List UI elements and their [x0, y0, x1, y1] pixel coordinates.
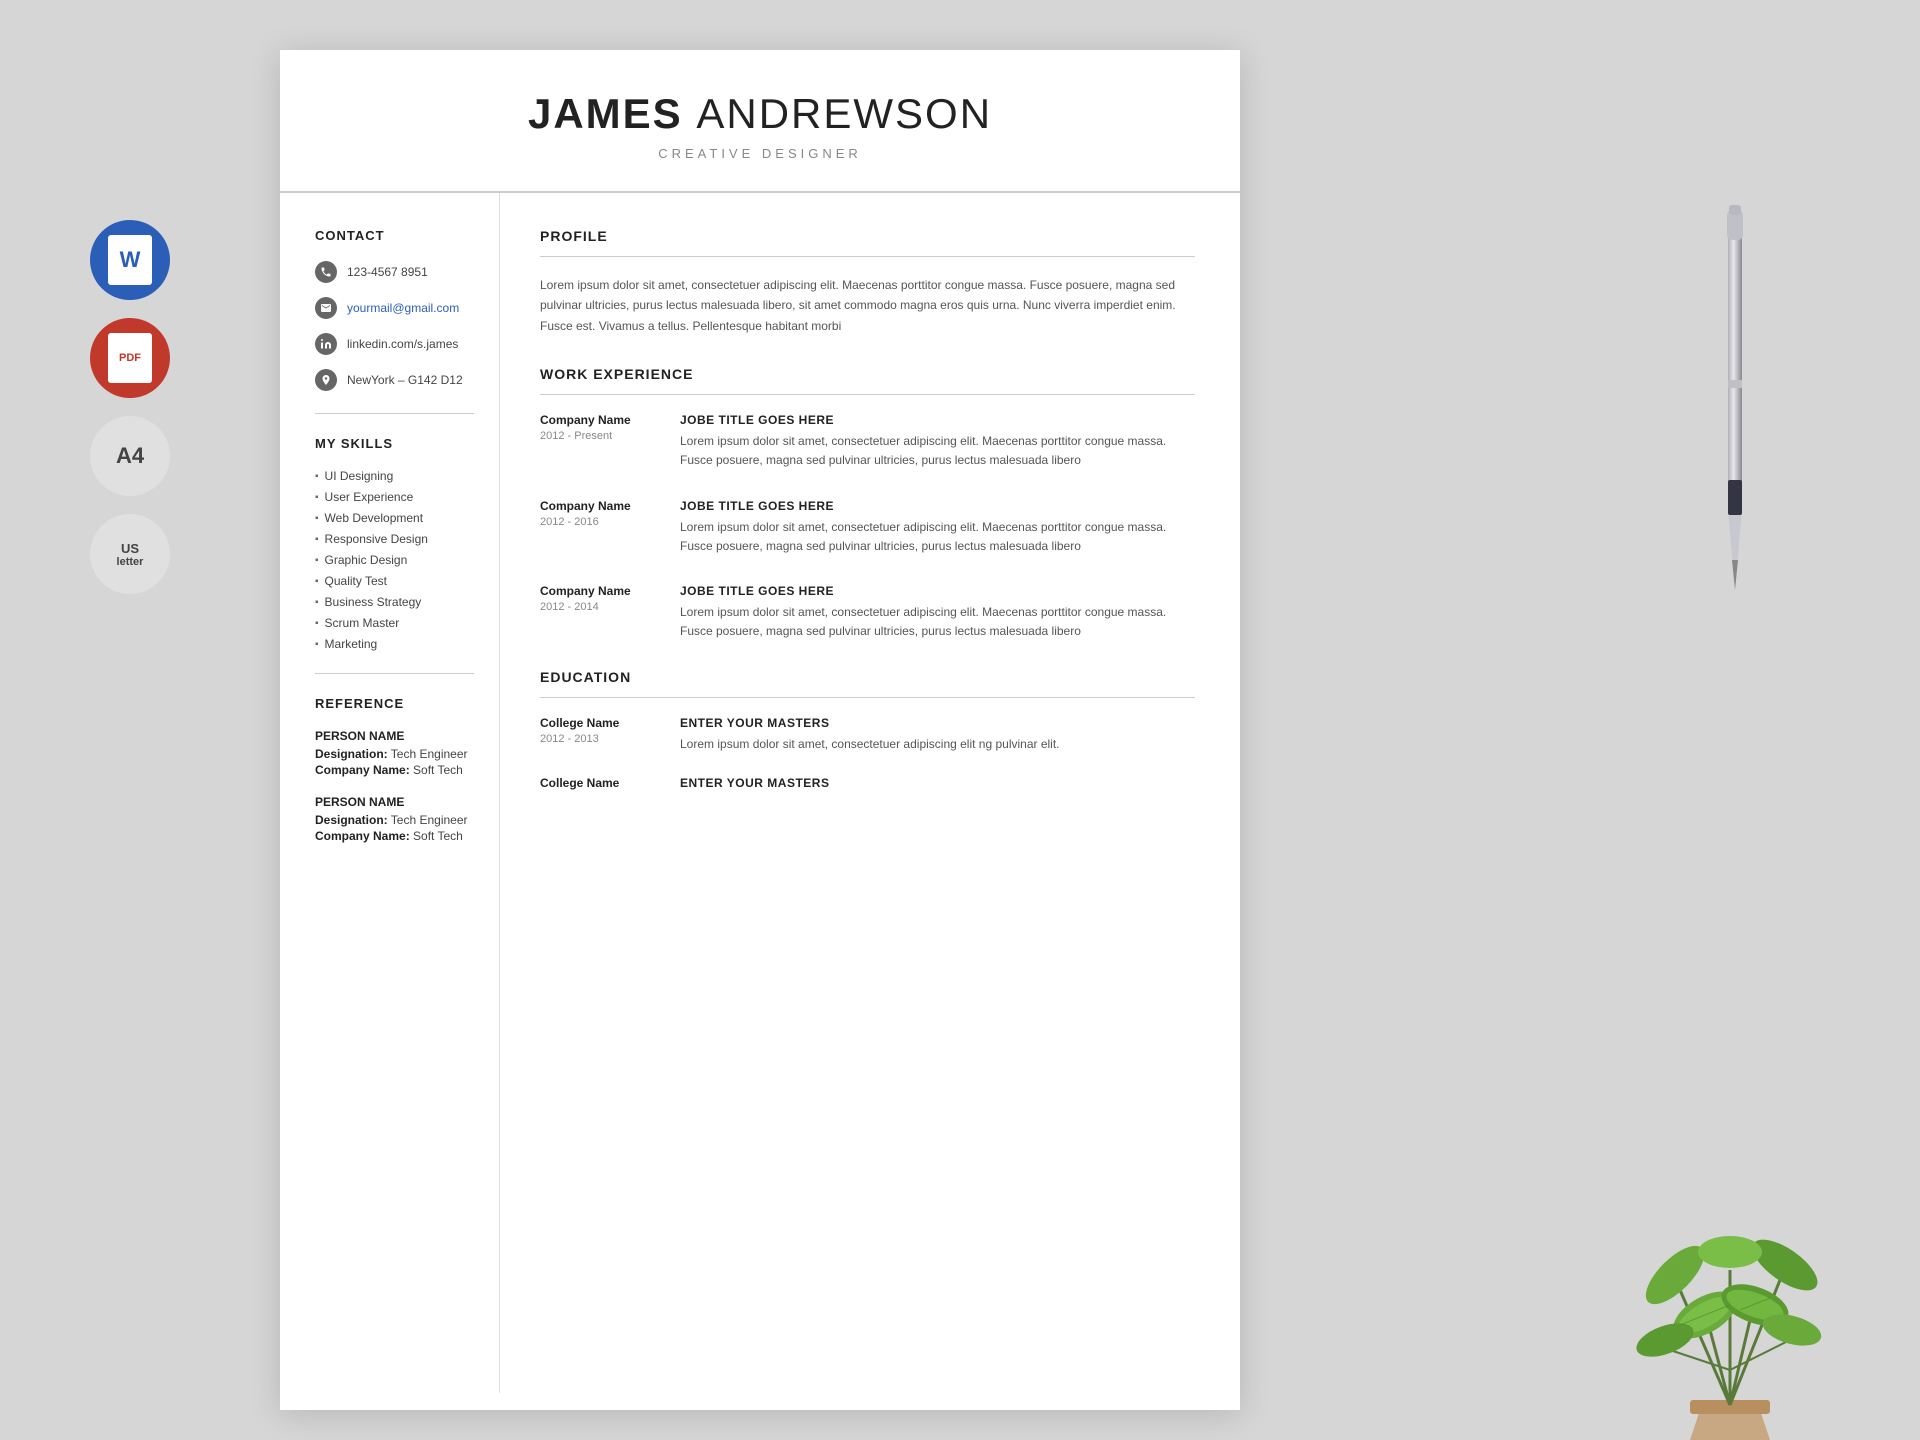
us-letter-icon[interactable]: US letter	[90, 514, 170, 594]
edu-dates-1: 2012 - 2013	[540, 733, 660, 745]
ref-company-1: Company Name: Soft Tech	[315, 763, 474, 777]
work-left-1: Company Name 2012 - Present	[540, 413, 660, 470]
ref-designation-1: Designation: Tech Engineer	[315, 747, 474, 761]
phone-icon	[315, 261, 337, 283]
work-dates-2: 2012 - 2016	[540, 516, 660, 528]
education-section-title: EDUCATION	[540, 669, 1195, 685]
work-right-3: JOBE TITLE GOES HERE Lorem ipsum dolor s…	[680, 584, 1195, 641]
work-title-3: JOBE TITLE GOES HERE	[680, 584, 1195, 598]
skill-item: User Experience	[315, 490, 474, 504]
ref-designation-2: Designation: Tech Engineer	[315, 813, 474, 827]
work-company-2: Company Name	[540, 499, 660, 513]
work-dates-1: 2012 - Present	[540, 430, 660, 442]
location-icon	[315, 369, 337, 391]
work-company-1: Company Name	[540, 413, 660, 427]
reference-person-2: PERSON NAME Designation: Tech Engineer C…	[315, 795, 474, 843]
side-icons: A4 US letter	[90, 220, 170, 594]
work-entry-1: Company Name 2012 - Present JOBE TITLE G…	[540, 413, 1195, 470]
edu-right-1: ENTER YOUR MASTERS Lorem ipsum dolor sit…	[680, 716, 1195, 754]
skills-list: UI Designing User Experience Web Develop…	[315, 469, 474, 651]
skill-item: UI Designing	[315, 469, 474, 483]
work-dates-3: 2012 - 2014	[540, 601, 660, 613]
edu-degree-1: ENTER YOUR MASTERS	[680, 716, 1195, 730]
pdf-icon-inner	[108, 333, 152, 383]
skill-item: Quality Test	[315, 574, 474, 588]
work-left-2: Company Name 2012 - 2016	[540, 499, 660, 556]
work-section-title: WORK EXPERIENCE	[540, 366, 1195, 382]
skills-divider	[315, 673, 474, 674]
profile-text: Lorem ipsum dolor sit amet, consectetuer…	[540, 275, 1195, 336]
edu-left-2: College Name	[540, 776, 660, 795]
edu-left-1: College Name 2012 - 2013	[540, 716, 660, 754]
plant-decoration	[1620, 1190, 1840, 1440]
work-company-3: Company Name	[540, 584, 660, 598]
pen-decoration	[1720, 180, 1750, 600]
work-desc-3: Lorem ipsum dolor sit amet, consectetuer…	[680, 603, 1195, 641]
edu-entry-2: College Name ENTER YOUR MASTERS	[540, 776, 1195, 795]
reference-person-1: PERSON NAME Designation: Tech Engineer C…	[315, 729, 474, 777]
email-link[interactable]: yourmail@gmail.com	[347, 301, 459, 315]
skill-item: Graphic Design	[315, 553, 474, 567]
word-icon-inner	[108, 235, 152, 285]
work-desc-1: Lorem ipsum dolor sit amet, consectetuer…	[680, 432, 1195, 470]
pdf-icon[interactable]	[90, 318, 170, 398]
edu-entry-1: College Name 2012 - 2013 ENTER YOUR MAST…	[540, 716, 1195, 754]
linkedin-item: linkedin.com/s.james	[315, 333, 474, 355]
work-title-1: JOBE TITLE GOES HERE	[680, 413, 1195, 427]
edu-desc-1: Lorem ipsum dolor sit amet, consectetuer…	[680, 735, 1195, 754]
email-item: yourmail@gmail.com	[315, 297, 474, 319]
work-left-3: Company Name 2012 - 2014	[540, 584, 660, 641]
phone-item: 123-4567 8951	[315, 261, 474, 283]
edu-right-2: ENTER YOUR MASTERS	[680, 776, 1195, 795]
reference-section-title: REFERENCE	[315, 696, 474, 711]
work-desc-2: Lorem ipsum dolor sit amet, consectetuer…	[680, 518, 1195, 556]
resume-page: JAMES ANDREWSON CREATIVE DESIGNER CONTAC…	[280, 50, 1240, 1410]
resume-body: CONTACT 123-4567 8951 yourmail@gmail.com	[280, 193, 1240, 1393]
a4-icon[interactable]: A4	[90, 416, 170, 496]
ref-company-2: Company Name: Soft Tech	[315, 829, 474, 843]
edu-school-2: College Name	[540, 776, 660, 790]
work-entry-3: Company Name 2012 - 2014 JOBE TITLE GOES…	[540, 584, 1195, 641]
skill-item: Scrum Master	[315, 616, 474, 630]
skills-section-title: MY SKILLS	[315, 436, 474, 451]
word-icon[interactable]	[90, 220, 170, 300]
skill-item: Web Development	[315, 511, 474, 525]
resume-title: CREATIVE DESIGNER	[340, 146, 1180, 161]
skill-item: Marketing	[315, 637, 474, 651]
work-title-2: JOBE TITLE GOES HERE	[680, 499, 1195, 513]
ref-name-2: PERSON NAME	[315, 795, 474, 809]
work-entry-2: Company Name 2012 - 2016 JOBE TITLE GOES…	[540, 499, 1195, 556]
education-divider	[540, 697, 1195, 698]
work-right-2: JOBE TITLE GOES HERE Lorem ipsum dolor s…	[680, 499, 1195, 556]
contact-divider	[315, 413, 474, 414]
work-divider	[540, 394, 1195, 395]
edu-degree-2: ENTER YOUR MASTERS	[680, 776, 1195, 790]
skill-item: Responsive Design	[315, 532, 474, 546]
profile-section-title: PROFILE	[540, 228, 1195, 244]
resume-name: JAMES ANDREWSON	[340, 90, 1180, 138]
edu-school-1: College Name	[540, 716, 660, 730]
contact-section-title: CONTACT	[315, 228, 474, 243]
profile-divider	[540, 256, 1195, 257]
left-column: CONTACT 123-4567 8951 yourmail@gmail.com	[280, 193, 500, 1393]
skill-item: Business Strategy	[315, 595, 474, 609]
ref-name-1: PERSON NAME	[315, 729, 474, 743]
right-column: PROFILE Lorem ipsum dolor sit amet, cons…	[500, 193, 1240, 1393]
resume-header: JAMES ANDREWSON CREATIVE DESIGNER	[280, 50, 1240, 193]
linkedin-icon	[315, 333, 337, 355]
location-item: NewYork – G142 D12	[315, 369, 474, 391]
work-right-1: JOBE TITLE GOES HERE Lorem ipsum dolor s…	[680, 413, 1195, 470]
email-icon	[315, 297, 337, 319]
